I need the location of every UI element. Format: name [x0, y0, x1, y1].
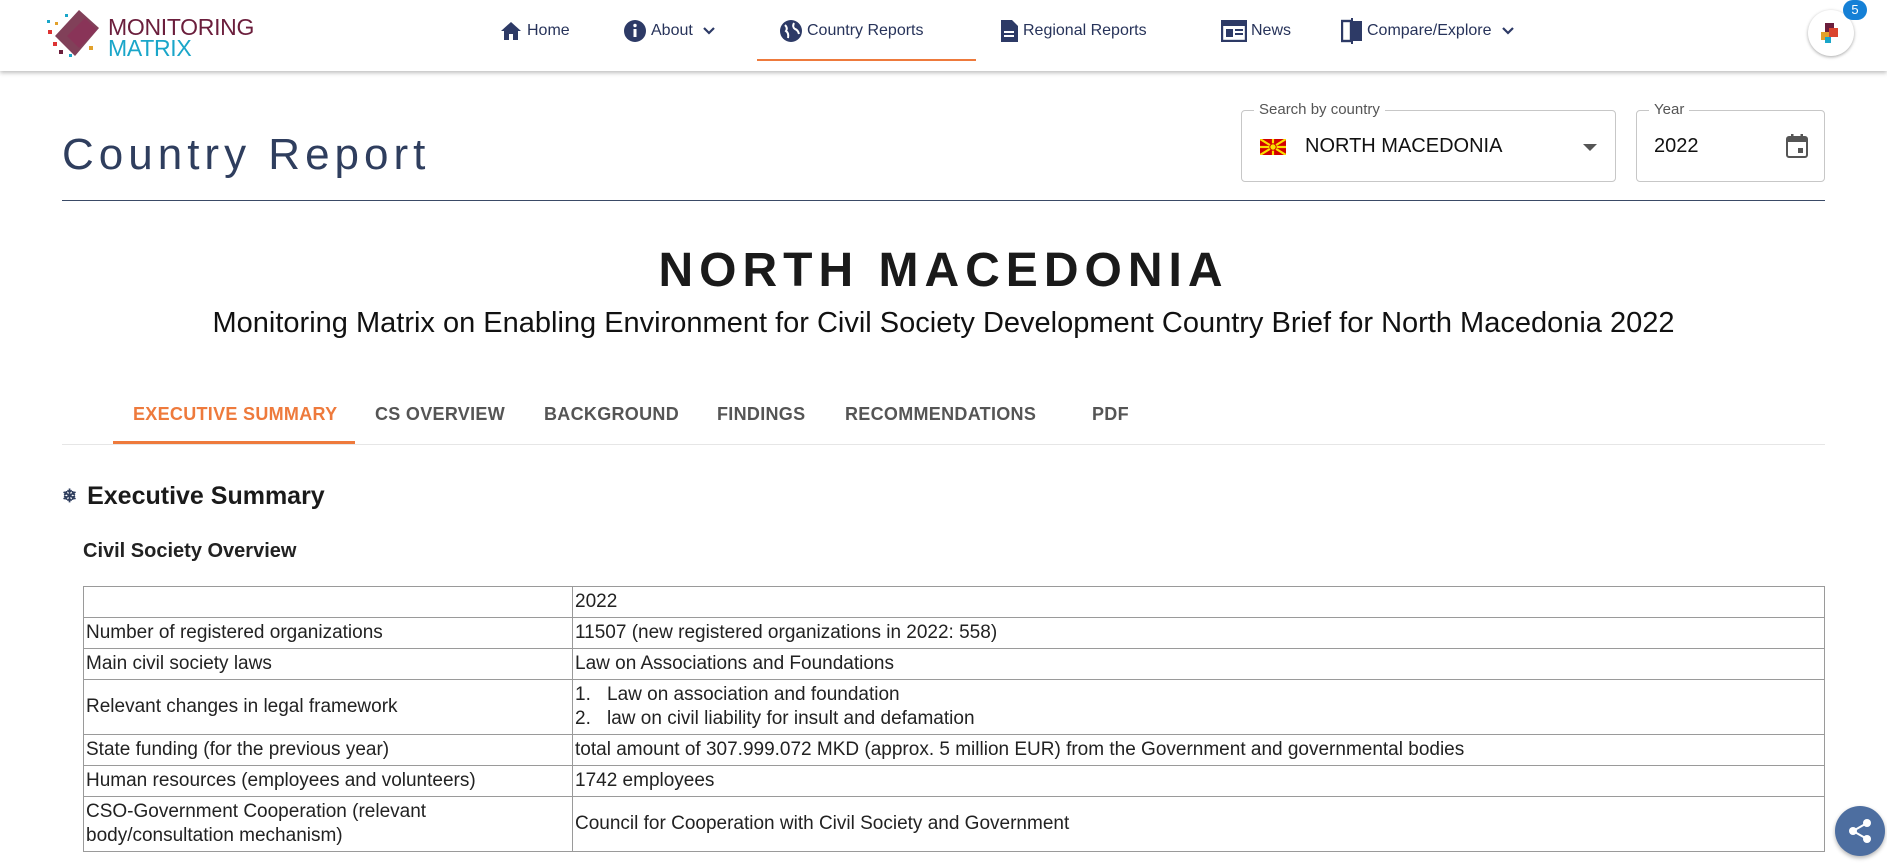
table-row: Human resources (employees and volunteer… [83, 765, 1825, 797]
country-search-label: Search by country [1254, 101, 1385, 118]
row-value: total amount of 307.999.072 MKD (approx.… [572, 734, 1825, 766]
chevron-down-icon [1501, 27, 1514, 35]
nav-about[interactable]: About [623, 16, 717, 46]
newspaper-icon [1221, 20, 1247, 42]
tab-recommendations[interactable]: RECOMMENDATIONS [845, 404, 1036, 425]
section-heading-text: Executive Summary [87, 482, 325, 510]
table-header-row: 2022 [83, 586, 1825, 618]
table-row: Main civil society laws Law on Associati… [83, 648, 1825, 680]
row-label: Human resources (employees and volunteer… [83, 765, 573, 797]
nav-regional-reports[interactable]: Regional Reports [999, 16, 1147, 46]
dropdown-caret-icon[interactable] [1583, 144, 1597, 151]
home-icon [501, 22, 521, 40]
row-label: CSO-Government Cooperation (relevant bod… [83, 796, 573, 852]
header-divider [62, 200, 1825, 201]
table-header-cell: 2022 [572, 586, 1825, 618]
year-label: Year [1649, 101, 1690, 118]
logo-text-line2: MATRIX [108, 35, 192, 61]
snowflake-icon: ❄ [62, 486, 78, 506]
document-icon [1001, 20, 1018, 42]
year-value: 2022 [1654, 135, 1699, 157]
row-label: Number of registered organizations [83, 617, 573, 649]
calendar-icon[interactable] [1786, 134, 1808, 158]
row-value-list: 1. Law on association and foundation 2. la… [572, 679, 1825, 735]
page-title: Country Report [62, 130, 431, 179]
row-value: 1742 employees [572, 765, 1825, 797]
site-logo[interactable]: MONITORING MATRIX [45, 6, 254, 62]
table-row: State funding (for the previous year) to… [83, 734, 1825, 766]
section-heading: ❄ Executive Summary [62, 482, 325, 511]
report-subtitle: Monitoring Matrix on Enabling Environmen… [212, 307, 1675, 339]
table-row: Number of registered organizations 11507… [83, 617, 1825, 649]
row-value: Council for Cooperation with Civil Socie… [572, 796, 1825, 852]
table-header-cell [83, 586, 573, 618]
civil-society-overview-table: 2022 Number of registered organizations … [83, 586, 1825, 852]
nav-compare-explore-label: Compare/Explore [1367, 22, 1492, 39]
list-item: 1. Law on association and foundation [575, 684, 900, 705]
nav-regional-reports-label: Regional Reports [1023, 22, 1147, 39]
top-navigation-bar: MONITORING MATRIX Home About Country Rep… [0, 0, 1887, 71]
nav-about-label: About [651, 22, 693, 39]
tabs-divider [62, 444, 1825, 445]
table-row: CSO-Government Cooperation (relevant bod… [83, 796, 1825, 852]
share-icon [1849, 819, 1871, 843]
tab-background[interactable]: BACKGROUND [544, 404, 679, 425]
nav-news[interactable]: News [1221, 16, 1291, 46]
info-icon [624, 20, 646, 42]
row-value: 11507 (new registered organizations in 2… [572, 617, 1825, 649]
nav-news-label: News [1251, 22, 1292, 39]
chevron-down-icon [703, 27, 715, 35]
notification-badge: 5 [1843, 0, 1867, 20]
tab-executive-summary[interactable]: EXECUTIVE SUMMARY [133, 404, 337, 425]
tab-cs-overview[interactable]: CS OVERVIEW [375, 404, 505, 425]
subsection-heading: Civil Society Overview [83, 540, 297, 562]
report-country-name: NORTH MACEDONIA [658, 244, 1229, 297]
row-label: Main civil society laws [83, 648, 573, 680]
share-button[interactable] [1835, 806, 1885, 856]
country-search-value: NORTH MACEDONIA [1305, 135, 1503, 157]
year-picker[interactable]: Year 2022 [1636, 101, 1825, 182]
nav-country-reports-label: Country Reports [807, 22, 924, 39]
compare-icon [1341, 18, 1362, 44]
tab-findings[interactable]: FINDINGS [717, 404, 805, 425]
row-value: Law on Associations and Foundations [572, 648, 1825, 680]
nav-compare-explore[interactable]: Compare/Explore [1341, 16, 1516, 46]
country-search-select[interactable]: Search by country NORTH MACEDONIA [1241, 101, 1616, 182]
north-macedonia-flag-icon [1260, 139, 1286, 155]
row-label: Relevant changes in legal framework [83, 679, 573, 735]
nav-home-label: Home [527, 22, 570, 39]
nav-country-reports[interactable]: Country Reports [779, 16, 924, 46]
row-label: State funding (for the previous year) [83, 734, 573, 766]
tab-pdf[interactable]: PDF [1092, 404, 1129, 425]
globe-icon [780, 20, 802, 42]
list-item: 2. law on civil liability for insult and … [575, 708, 975, 729]
nav-active-indicator [757, 59, 976, 61]
table-row: Relevant changes in legal framework 1. La… [83, 679, 1825, 735]
nav-home[interactable]: Home [499, 16, 570, 46]
logo-mark-icon [47, 10, 99, 57]
